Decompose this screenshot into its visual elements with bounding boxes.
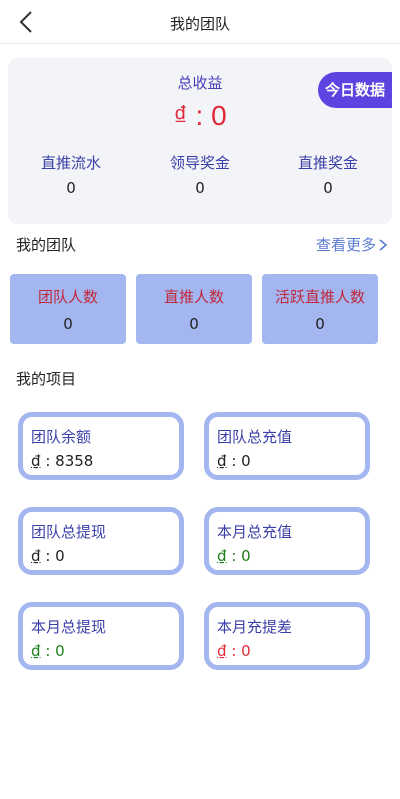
header-bar: 我的团队 xyxy=(0,0,400,44)
amount: : 0 xyxy=(231,642,251,660)
stat-label: 领导奖金 xyxy=(169,154,230,172)
team-box-label: 团队人数 xyxy=(37,288,98,306)
month-total-recharge-card: 本月总充值 ₫ : 0 xyxy=(204,507,370,575)
team-box-value: 0 xyxy=(315,315,325,333)
stat-value: 0 xyxy=(323,179,333,197)
project-card-label: 团队总提现 xyxy=(31,523,107,541)
team-box-value: 0 xyxy=(63,315,73,333)
team-total-recharge-card: 团队总充值 ₫ : 0 xyxy=(204,412,370,480)
team-box-value: 0 xyxy=(189,315,199,333)
earnings-summary-card: 总收益 ₫ : 0 今日数据 直推流水 0 领导奖金 0 直推奖金 0 xyxy=(8,58,392,224)
amount: : 0 xyxy=(231,452,251,470)
page-title: 我的团队 xyxy=(169,15,230,33)
project-card-label: 本月总充值 xyxy=(217,523,293,541)
currency-symbol: ₫ xyxy=(217,547,227,565)
project-card-value: ₫ : 0 xyxy=(217,547,251,565)
amount: : 0 xyxy=(45,547,65,565)
stat-value: 0 xyxy=(66,179,76,197)
view-more-link[interactable]: 查看更多 xyxy=(316,234,388,255)
currency-symbol: ₫ xyxy=(217,642,227,660)
team-balance-card: 团队余额 ₫ : 8358 xyxy=(18,412,184,480)
stat-label: 直推流水 xyxy=(40,154,101,172)
project-card-value: ₫ : 0 xyxy=(31,642,65,660)
team-total-withdraw-card: 团队总提现 ₫ : 0 xyxy=(18,507,184,575)
stat-direct-flow: 直推流水 0 xyxy=(16,152,126,197)
team-box-label: 直推人数 xyxy=(163,288,224,306)
project-card-value: ₫ : 0 xyxy=(31,547,65,565)
team-count-box[interactable]: 团队人数 0 xyxy=(10,274,126,344)
currency-symbol: ₫ xyxy=(31,547,41,565)
project-card-value: ₫ : 0 xyxy=(217,452,251,470)
stat-value: 0 xyxy=(195,179,205,197)
stat-label: 直推奖金 xyxy=(297,154,358,172)
currency-symbol: ₫ xyxy=(31,452,41,470)
month-total-withdraw-card: 本月总提现 ₫ : 0 xyxy=(18,602,184,670)
project-card-label: 本月总提现 xyxy=(31,618,107,636)
project-card-label: 团队余额 xyxy=(31,428,92,446)
project-card-label: 本月充提差 xyxy=(217,618,293,636)
project-card-value: ₫ : 0 xyxy=(217,642,251,660)
stat-direct-bonus: 直推奖金 0 xyxy=(273,152,383,197)
my-projects-heading: 我的项目 xyxy=(16,370,77,388)
chevron-right-icon xyxy=(379,238,388,251)
currency-symbol: ₫ xyxy=(31,642,41,660)
direct-count-box[interactable]: 直推人数 0 xyxy=(136,274,252,344)
view-more-label: 查看更多 xyxy=(315,236,376,254)
amount: : 0 xyxy=(231,547,251,565)
currency-symbol: ₫ xyxy=(217,452,227,470)
today-data-button[interactable]: 今日数据 xyxy=(318,72,392,108)
stat-leader-bonus: 领导奖金 0 xyxy=(145,152,255,197)
amount: : 8358 xyxy=(45,452,94,470)
my-team-heading: 我的团队 xyxy=(16,236,77,254)
team-box-label: 活跃直推人数 xyxy=(274,288,365,306)
month-net-difference-card: 本月充提差 ₫ : 0 xyxy=(204,602,370,670)
active-direct-count-box[interactable]: 活跃直推人数 0 xyxy=(262,274,378,344)
project-card-value: ₫ : 8358 xyxy=(31,452,93,470)
project-card-label: 团队总充值 xyxy=(217,428,293,446)
amount: : 0 xyxy=(45,642,65,660)
